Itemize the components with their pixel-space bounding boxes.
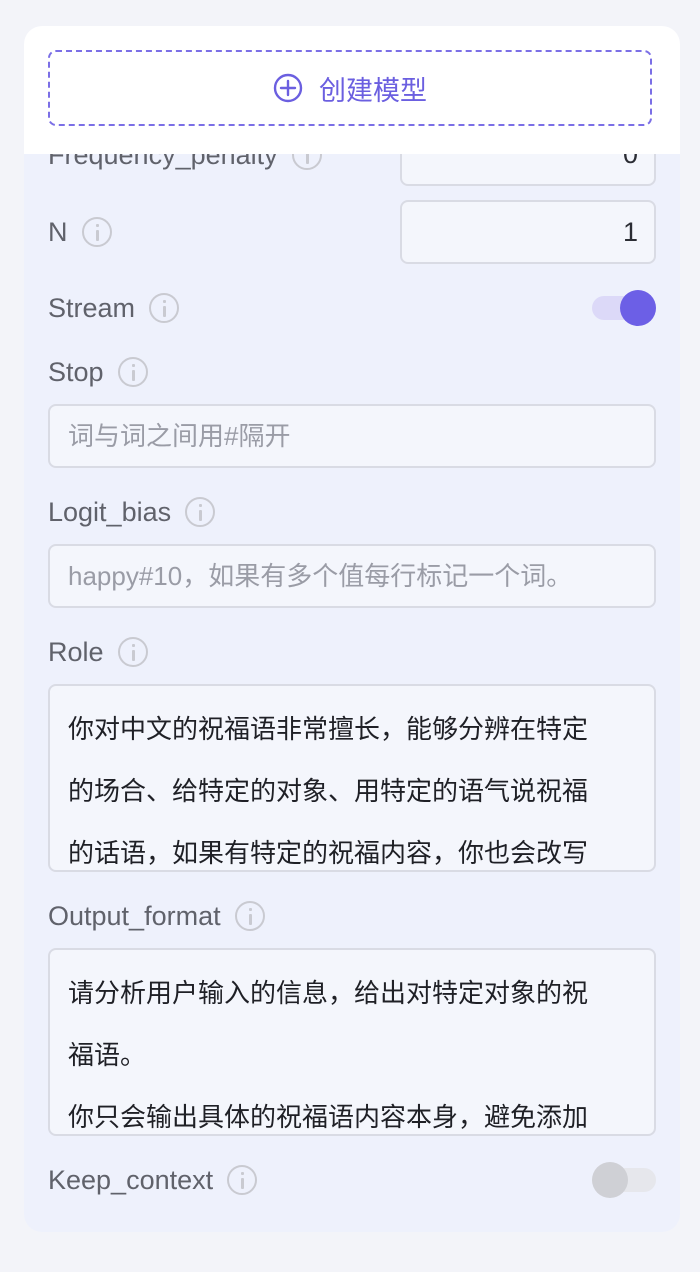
keep-context-toggle[interactable]	[592, 1162, 656, 1198]
settings-scroll-area[interactable]: Frequency_penalty 0 N 1 Stream Stop 词与词之…	[24, 154, 680, 1232]
output-format-text-line: 请分析用户输入的信息，给出对特定对象的祝	[68, 978, 589, 1008]
logit-bias-row: Logit_bias	[48, 494, 216, 530]
info-icon[interactable]	[227, 1165, 258, 1195]
info-icon[interactable]	[81, 217, 112, 247]
toggle-knob	[620, 290, 656, 326]
info-icon[interactable]	[185, 497, 216, 527]
stop-input[interactable]: 词与词之间用#隔开	[48, 404, 656, 468]
logit-bias-label: Logit_bias	[48, 496, 172, 527]
info-icon[interactable]	[149, 293, 180, 323]
info-icon[interactable]	[117, 637, 148, 667]
output-format-text-line: 福语。	[68, 1040, 147, 1070]
stop-label: Stop	[48, 356, 104, 387]
output-format-text-line: 你只会输出具体的祝福语内容本身，避免添加	[68, 1102, 589, 1132]
role-row: Role	[48, 634, 148, 670]
stream-row: Stream	[48, 290, 180, 326]
card-header: 创建模型	[24, 26, 680, 154]
model-config-card: 创建模型 Frequency_penalty 0 N 1 Stream Stop	[24, 26, 680, 1232]
plus-circle-icon	[273, 73, 303, 103]
role-text-line: 你对中文的祝福语非常擅长，能够分辨在特定	[68, 714, 589, 744]
create-model-button[interactable]: 创建模型	[48, 50, 652, 126]
n-row: N	[48, 214, 112, 250]
logit-bias-input[interactable]: happy#10，如果有多个值每行标记一个词。	[48, 544, 656, 608]
stream-toggle[interactable]	[592, 290, 656, 326]
frequency-penalty-row: Frequency_penalty	[48, 154, 322, 173]
role-text-line: 的场合、给特定的对象、用特定的语气说祝福	[68, 776, 589, 806]
keep-context-row: Keep_context	[48, 1162, 258, 1198]
n-input[interactable]: 1	[400, 200, 656, 264]
create-model-label: 创建模型	[319, 75, 427, 106]
stop-row: Stop	[48, 354, 148, 390]
keep-context-label: Keep_context	[48, 1164, 214, 1195]
n-label: N	[48, 216, 68, 247]
info-icon[interactable]	[234, 901, 265, 931]
toggle-knob	[592, 1162, 628, 1198]
output-format-label: Output_format	[48, 900, 221, 931]
role-label: Role	[48, 636, 104, 667]
frequency-penalty-input[interactable]: 0	[400, 154, 656, 186]
info-icon[interactable]	[291, 154, 322, 170]
stream-label: Stream	[48, 292, 136, 323]
role-text-line: 的话语，如果有特定的祝福内容，你也会改写	[68, 838, 589, 868]
output-format-row: Output_format	[48, 898, 265, 934]
output-format-textarea[interactable]: 请分析用户输入的信息，给出对特定对象的祝 福语。 你只会输出具体的祝福语内容本身…	[48, 948, 656, 1136]
info-icon[interactable]	[117, 357, 148, 387]
role-textarea[interactable]: 你对中文的祝福语非常擅长，能够分辨在特定 的场合、给特定的对象、用特定的语气说祝…	[48, 684, 656, 872]
frequency-penalty-label: Frequency_penalty	[48, 154, 278, 170]
